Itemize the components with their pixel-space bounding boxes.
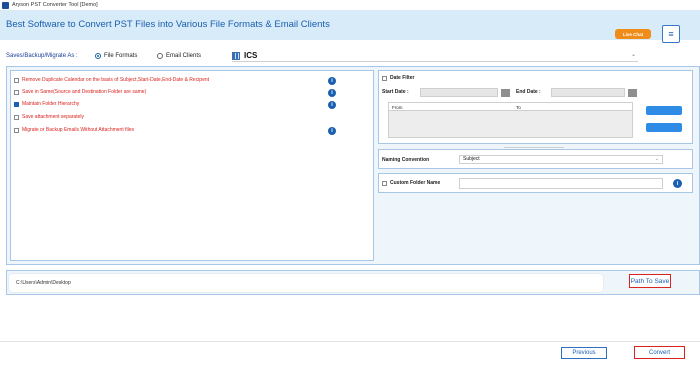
column-header-to: To (516, 105, 521, 110)
app-logo-icon (2, 1, 9, 9)
date-filter-box: Date Filter Start Date : End Date : From… (378, 70, 693, 144)
naming-convention-box: Naming Convention Subject ⌄ (378, 149, 693, 169)
end-date-input[interactable] (551, 88, 625, 97)
custom-folder-toggle[interactable]: Custom Folder Name (382, 180, 440, 186)
start-date-label: Start Date : (382, 89, 409, 95)
calendar-icon[interactable] (628, 89, 637, 97)
option-without-attachment[interactable]: Migrate or Backup Emails Without Attachm… (14, 127, 134, 133)
options-list: Remove Duplicate Calendar on the basis o… (10, 70, 374, 261)
options-panel: Remove Duplicate Calendar on the basis o… (6, 66, 700, 265)
destination-path-field[interactable]: C:\Users\Admin\Desktop (9, 274, 603, 292)
radio-email-clients-label: Email Clients (166, 53, 202, 59)
info-icon[interactable]: i (328, 89, 336, 97)
checkbox[interactable] (382, 75, 387, 81)
calendar-icon[interactable] (501, 89, 510, 97)
checkbox[interactable] (382, 180, 387, 186)
hamburger-icon: ≡ (668, 29, 674, 39)
header-banner: Best Software to Convert PST Files into … (0, 10, 700, 43)
option-remove-duplicate-calendar[interactable]: Remove Duplicate Calendar on the basis o… (14, 77, 209, 83)
naming-convention-label: Naming Convention (382, 157, 430, 163)
chevron-down-icon: ⌄ (630, 52, 636, 58)
info-icon[interactable]: i (328, 127, 336, 135)
info-icon[interactable]: i (328, 101, 336, 109)
previous-button[interactable]: Previous (561, 347, 607, 359)
chevron-down-icon: ⌄ (654, 156, 659, 162)
format-dropdown[interactable]: ICS ⌄ (232, 50, 638, 62)
menu-button[interactable]: ≡ (662, 25, 680, 43)
option-label: Save in Same(Source and Destination Fold… (22, 89, 147, 95)
checkbox[interactable] (14, 77, 19, 83)
save-as-label: Saves/Backup/Migrate As : (6, 53, 78, 59)
radio-file-formats[interactable]: File Formats (95, 53, 137, 59)
save-as-row: Saves/Backup/Migrate As : File Formats E… (0, 48, 700, 64)
naming-convention-value: Subject (463, 156, 480, 162)
remove-date-range-button[interactable] (646, 123, 682, 132)
radio-file-formats-label: File Formats (104, 53, 138, 59)
option-label: Save attachment separately (22, 114, 84, 120)
end-date-label: End Date : (516, 89, 541, 95)
radio-dot (157, 53, 163, 59)
start-date-input[interactable] (420, 88, 498, 97)
option-label: Maintain Folder Hierarchy (22, 101, 80, 107)
option-label: Migrate or Backup Emails Without Attachm… (22, 127, 134, 133)
date-filter-toggle[interactable]: Date Filter (382, 75, 414, 81)
date-filter-label: Date Filter (390, 75, 415, 81)
page-title: Best Software to Convert PST Files into … (6, 19, 330, 30)
naming-convention-dropdown[interactable]: Subject ⌄ (459, 155, 663, 164)
live-chat-button[interactable]: Live Chat (615, 29, 651, 39)
column-header-from: From (392, 105, 403, 110)
radio-dot-selected (95, 53, 101, 59)
info-icon[interactable]: i (673, 179, 682, 188)
custom-folder-label: Custom Folder Name (390, 180, 441, 186)
checkbox[interactable] (14, 114, 19, 120)
option-maintain-folder-hierarchy[interactable]: Maintain Folder Hierarchy (14, 101, 79, 107)
date-range-table: From To (388, 102, 633, 138)
custom-folder-input[interactable] (459, 178, 663, 189)
checkbox-checked[interactable] (14, 101, 19, 107)
checkbox[interactable] (14, 89, 19, 95)
checkbox[interactable] (14, 127, 19, 133)
ics-file-icon (232, 51, 240, 60)
option-save-in-same[interactable]: Save in Same(Source and Destination Fold… (14, 89, 146, 95)
custom-folder-box: Custom Folder Name i (378, 173, 693, 193)
info-icon[interactable]: i (328, 77, 336, 85)
format-dropdown-value: ICS (244, 51, 258, 60)
window-title: Aryson PST Converter Tool [Demo] (12, 2, 98, 8)
option-label: Remove Duplicate Calendar on the basis o… (22, 77, 210, 83)
title-bar: Aryson PST Converter Tool [Demo] (0, 0, 700, 10)
convert-button[interactable]: Convert (634, 346, 685, 359)
date-range-table-header: From To (389, 103, 632, 111)
path-to-save-button[interactable]: Path To Save (629, 274, 671, 288)
option-save-attachment-separately[interactable]: Save attachment separately (14, 114, 84, 120)
path-row: C:\Users\Admin\Desktop Path To Save (6, 270, 700, 295)
radio-email-clients[interactable]: Email Clients (157, 53, 201, 59)
destination-path-value: C:\Users\Admin\Desktop (16, 280, 71, 286)
divider (504, 147, 564, 148)
footer-bar: Previous Convert (0, 341, 700, 371)
add-date-range-button[interactable] (646, 106, 682, 115)
